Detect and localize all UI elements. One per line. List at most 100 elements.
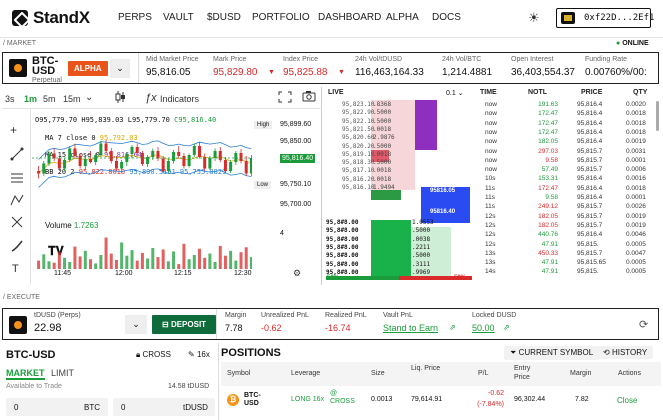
amount-input[interactable]: 0 tDUSD <box>113 398 215 416</box>
ask-price[interactable]: 95,819.10 <box>342 151 375 159</box>
ask-depth-bar <box>415 100 437 150</box>
deposit-button[interactable]: ⊟ DEPOSIT <box>152 315 217 334</box>
external-link-icon[interactable]: ⇗ <box>449 323 456 332</box>
book-tick-select[interactable]: 0.1 ⌄ <box>446 89 464 97</box>
tf-3s[interactable]: 3s <box>5 94 15 104</box>
text-tool-icon[interactable]: T <box>12 263 19 275</box>
camera-icon[interactable] <box>302 90 316 102</box>
order-symbol: BTC-USD <box>6 349 56 361</box>
trades-scrollbar[interactable] <box>656 101 659 131</box>
pattern-icon[interactable] <box>10 193 24 209</box>
volume-bar <box>229 250 233 269</box>
pos-close-button[interactable]: Close <box>617 396 637 405</box>
candle-body <box>229 162 233 171</box>
candles-area[interactable] <box>32 111 252 271</box>
margin-mode-button[interactable]: 🔒︎ CROSS <box>130 348 177 362</box>
bid-price[interactable]: 95,8#8.00 <box>326 244 359 252</box>
order-tab-limit[interactable]: LIMIT <box>51 368 74 378</box>
price-axis-label: 95,750.10 <box>280 181 312 188</box>
fullscreen-icon[interactable] <box>278 91 292 103</box>
trade-time: 13s <box>485 249 496 257</box>
asset-select-chevron-icon[interactable]: ⌄ <box>125 315 147 334</box>
mid-price-tag: 95816.05 <box>430 188 456 194</box>
trendline-icon[interactable] <box>10 147 24 163</box>
nav-link-dashboard[interactable]: DASHBOARD <box>318 12 381 23</box>
history-button[interactable]: ⟲ HISTORY <box>597 346 654 359</box>
book-tab-live[interactable]: LIVE <box>328 89 344 96</box>
account-stat-link[interactable]: 50.00 <box>472 323 495 333</box>
account-stat-value: 7.78 <box>225 323 243 333</box>
trade-price: 95,815.7 <box>577 156 603 164</box>
crosshair-icon[interactable]: + <box>10 123 17 137</box>
nav-link-alpha[interactable]: ALPHA <box>386 12 419 23</box>
ask-price[interactable]: 95,816.20 <box>342 176 375 184</box>
trade-time: now <box>485 138 497 146</box>
nav-link-docs[interactable]: DOCS <box>432 12 461 23</box>
tf-1m[interactable]: 1m <box>24 94 37 104</box>
candle-body <box>187 155 191 166</box>
tf-15m[interactable]: 15m <box>63 94 81 104</box>
ask-price[interactable]: 95,823.10 <box>342 101 375 109</box>
ask-price[interactable]: 95,820.60 <box>342 134 375 142</box>
ask-price[interactable]: 95,820.20 <box>342 143 375 151</box>
bid-price[interactable]: 95,8#8.00 <box>326 252 359 260</box>
trade-notional: 249.12 <box>538 203 558 211</box>
tf-dropdown-chevron-icon[interactable]: ⌄ <box>85 92 93 103</box>
time-axis-label: 12:15 <box>174 270 192 277</box>
toolbar-divider-v <box>30 108 31 285</box>
account-stat-value: -16.74 <box>325 323 351 333</box>
candle-body <box>192 146 196 155</box>
ask-price[interactable]: 95,816.10 <box>342 184 375 192</box>
volume-bar <box>89 259 92 269</box>
candle-body <box>130 147 134 154</box>
chart-settings-icon[interactable]: ⚙ <box>293 268 301 279</box>
bid-price[interactable]: 95,8#8.00 <box>326 261 359 269</box>
candle-type-icon[interactable] <box>115 91 125 103</box>
trade-time: 13s <box>485 259 496 267</box>
refresh-icon[interactable]: ⟳ <box>639 318 648 331</box>
ask-price[interactable]: 95,822.90 <box>342 109 375 117</box>
qty-input[interactable]: 0 BTC <box>6 398 108 416</box>
bid-price[interactable]: 95,8#8.00 <box>326 219 359 227</box>
bid-price[interactable]: 95,8#8.00 <box>326 236 359 244</box>
current-symbol-filter[interactable]: ⏷ CURRENT SYMBOL <box>504 346 600 360</box>
time-axis-label: 12:00 <box>115 270 133 277</box>
volume-bar <box>125 255 129 269</box>
ask-price[interactable]: 95,817.10 <box>342 167 375 175</box>
nav-link-perps[interactable]: PERPS <box>118 12 152 23</box>
candle-body <box>244 161 248 174</box>
bid-price[interactable]: 95,8#8.00 <box>326 269 359 277</box>
standx-logo-icon[interactable] <box>12 10 28 26</box>
fx-icon[interactable]: ƒx <box>145 92 157 104</box>
leverage-button[interactable]: ✎ 16x <box>182 348 216 361</box>
trade-qty: 0.0031 <box>626 147 646 155</box>
measure-icon[interactable] <box>10 215 24 231</box>
trade-time: now <box>485 147 497 155</box>
current-price-tag: 95,816.40 <box>280 154 316 163</box>
nav-link-vault[interactable]: VAULT <box>163 12 194 23</box>
brush-icon[interactable] <box>10 239 24 255</box>
brand-name[interactable]: StandX <box>33 8 90 28</box>
account-stat-label: Unrealized PnL <box>261 312 309 319</box>
pos-symbol[interactable]: BTC-USD <box>244 392 264 408</box>
theme-toggle-icon[interactable]: ☀ <box>528 10 540 26</box>
market-select-chevron-icon[interactable]: ⌄ <box>110 59 130 78</box>
nav-link-dusd[interactable]: $DUSD <box>207 12 241 23</box>
trade-qty: 0.0016 <box>626 175 646 183</box>
trade-notional: 57.49 <box>541 166 558 174</box>
bid-price[interactable]: 95,8#8.00 <box>326 227 359 235</box>
ask-price[interactable]: 95,822.10 <box>342 118 375 126</box>
nav-link-portfolio[interactable]: PORTFOLIO <box>252 12 310 23</box>
ask-price[interactable]: 95,818.30 <box>342 159 375 167</box>
ask-price[interactable]: 95,821.50 <box>342 126 375 134</box>
stat-value: 95,829.80 <box>213 67 258 78</box>
account-stat-link[interactable]: Stand to Earn <box>383 323 438 333</box>
candle-body <box>161 158 165 171</box>
indicators-button[interactable]: Indicators <box>160 94 199 104</box>
order-tab-market[interactable]: MARKET <box>6 368 45 380</box>
wallet-button[interactable]: 0xf22D...2Ef1 <box>556 8 654 28</box>
fib-icon[interactable] <box>10 171 24 187</box>
external-link-icon[interactable]: ⇗ <box>503 323 510 332</box>
candle-body <box>166 161 170 171</box>
tf-5m[interactable]: 5m <box>43 94 56 104</box>
